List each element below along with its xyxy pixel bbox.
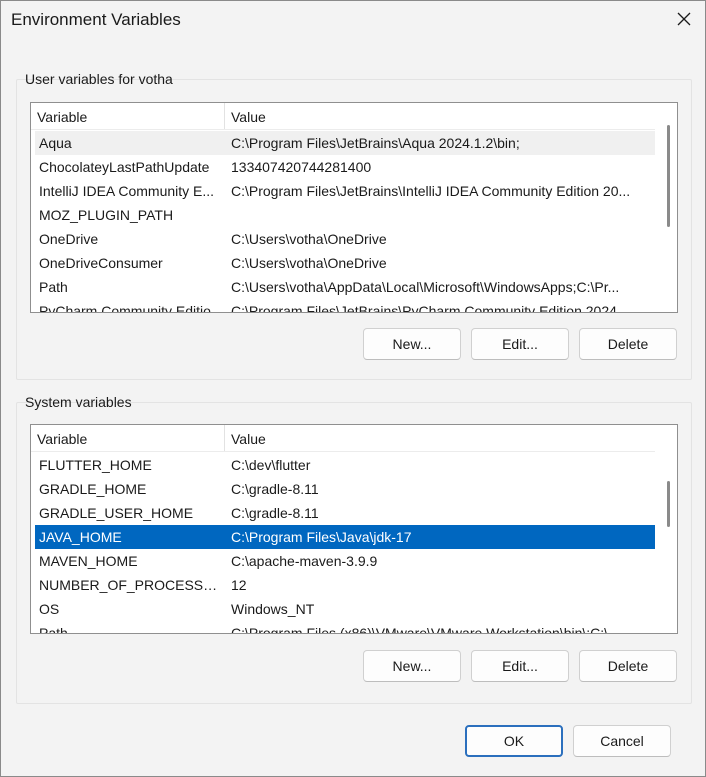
user-variables-list[interactable]: Variable Value Aqua C:\Program Files\JetB…	[30, 102, 678, 313]
system-edit-button[interactable]: Edit...	[471, 650, 569, 682]
system-variables-label: System variables	[25, 394, 132, 410]
variable-name: NUMBER_OF_PROCESSORS	[39, 577, 223, 593]
variable-value: 12	[231, 577, 247, 593]
column-header-variable[interactable]: Variable	[31, 103, 225, 129]
variable-value: C:\Program Files\JetBrains\Aqua 2024.1.2…	[231, 135, 520, 151]
variable-name: Aqua	[39, 135, 72, 151]
variable-value: C:\Users\votha\AppData\Local\Microsoft\W…	[231, 279, 620, 295]
system-list-scrollbar[interactable]	[661, 425, 677, 633]
variable-name: IntelliJ IDEA Community E...	[39, 183, 215, 199]
user-new-button[interactable]: New...	[363, 328, 461, 360]
variable-value: C:\gradle-8.11	[231, 505, 319, 521]
column-header-value[interactable]: Value	[225, 103, 655, 129]
column-header-value[interactable]: Value	[225, 425, 655, 451]
table-row[interactable]: OneDrive C:\Users\votha\OneDrive	[35, 227, 655, 251]
variable-name: GRADLE_USER_HOME	[39, 505, 194, 521]
system-variables-list[interactable]: Variable Value FLUTTER_HOME C:\dev\flutte…	[30, 424, 678, 634]
table-row-selected[interactable]: JAVA_HOME C:\Program Files\Java\jdk-17	[35, 525, 655, 549]
variable-value: 133407420744281400	[231, 159, 372, 175]
close-button[interactable]	[667, 3, 701, 35]
table-row[interactable]: Path C:\Users\votha\AppData\Local\Microso…	[35, 275, 655, 299]
variable-name: ChocolateyLastPathUpdate	[39, 159, 210, 175]
variable-name: JAVA_HOME	[39, 529, 122, 545]
variable-value: Windows_NT	[231, 601, 315, 617]
system-list-header: Variable Value	[31, 425, 655, 452]
system-new-button[interactable]: New...	[363, 650, 461, 682]
variable-value: C:\Users\votha\OneDrive	[231, 231, 387, 247]
variable-value: C:\Program Files\JetBrains\PyCharm Commu…	[231, 303, 629, 313]
user-list-scroll-thumb[interactable]	[667, 125, 670, 227]
ok-button[interactable]: OK	[465, 725, 563, 757]
variable-value: C:\gradle-8.11	[231, 481, 319, 497]
variable-value: C:\apache-maven-3.9.9	[231, 553, 378, 569]
variable-name: Path	[39, 279, 68, 295]
variable-name: OneDriveConsumer	[39, 255, 163, 271]
table-row[interactable]: MAVEN_HOME C:\apache-maven-3.9.9	[35, 549, 655, 573]
column-header-variable[interactable]: Variable	[31, 425, 225, 451]
variable-name: GRADLE_HOME	[39, 481, 147, 497]
table-row[interactable]: Aqua C:\Program Files\JetBrains\Aqua 2024…	[35, 131, 655, 155]
table-row[interactable]: GRADLE_USER_HOME C:\gradle-8.11	[35, 501, 655, 525]
title-bar: Environment Variables	[1, 1, 705, 39]
variable-name: MOZ_PLUGIN_PATH	[39, 207, 174, 223]
table-row[interactable]: IntelliJ IDEA Community E... C:\Program F…	[35, 179, 655, 203]
variable-name: OneDrive	[39, 231, 99, 247]
variable-name: FLUTTER_HOME	[39, 457, 152, 473]
environment-variables-dialog: Environment Variables User variables for…	[0, 0, 706, 777]
user-edit-button[interactable]: Edit...	[471, 328, 569, 360]
variable-value: C:\dev\flutter	[231, 457, 311, 473]
variable-name: OS	[39, 601, 60, 617]
table-row[interactable]: OS Windows_NT	[35, 597, 655, 621]
user-variables-label: User variables for votha	[25, 71, 173, 87]
table-row[interactable]: Path C:\Program Files (x86)\VMware\VMware…	[35, 621, 655, 634]
table-row[interactable]: NUMBER_OF_PROCESSORS 12	[35, 573, 655, 597]
system-list-scroll-thumb[interactable]	[667, 481, 670, 527]
table-row[interactable]: GRADLE_HOME C:\gradle-8.11	[35, 477, 655, 501]
variable-name: Path	[39, 625, 68, 634]
user-list-scrollbar[interactable]	[661, 103, 677, 312]
table-row[interactable]: OneDriveConsumer C:\Users\votha\OneDrive	[35, 251, 655, 275]
window-title: Environment Variables	[11, 10, 181, 29]
user-delete-button[interactable]: Delete	[579, 328, 677, 360]
close-icon	[677, 12, 691, 26]
variable-value: C:\Users\votha\OneDrive	[231, 255, 387, 271]
variable-value: C:\Program Files (x86)\VMware\VMware Wor…	[231, 625, 620, 634]
variable-name: PyCharm Community Editio...	[39, 303, 223, 313]
table-row[interactable]: MOZ_PLUGIN_PATH	[35, 203, 655, 227]
cancel-button[interactable]: Cancel	[573, 725, 671, 757]
variable-value: C:\Program Files\Java\jdk-17	[231, 529, 412, 545]
table-row[interactable]: FLUTTER_HOME C:\dev\flutter	[35, 453, 655, 477]
table-row[interactable]: PyCharm Community Editio... C:\Program Fi…	[35, 299, 655, 313]
table-row[interactable]: ChocolateyLastPathUpdate 1334074207442814…	[35, 155, 655, 179]
variable-name: MAVEN_HOME	[39, 553, 138, 569]
variable-value: C:\Program Files\JetBrains\IntelliJ IDEA…	[231, 183, 631, 199]
user-list-header: Variable Value	[31, 103, 655, 130]
system-delete-button[interactable]: Delete	[579, 650, 677, 682]
